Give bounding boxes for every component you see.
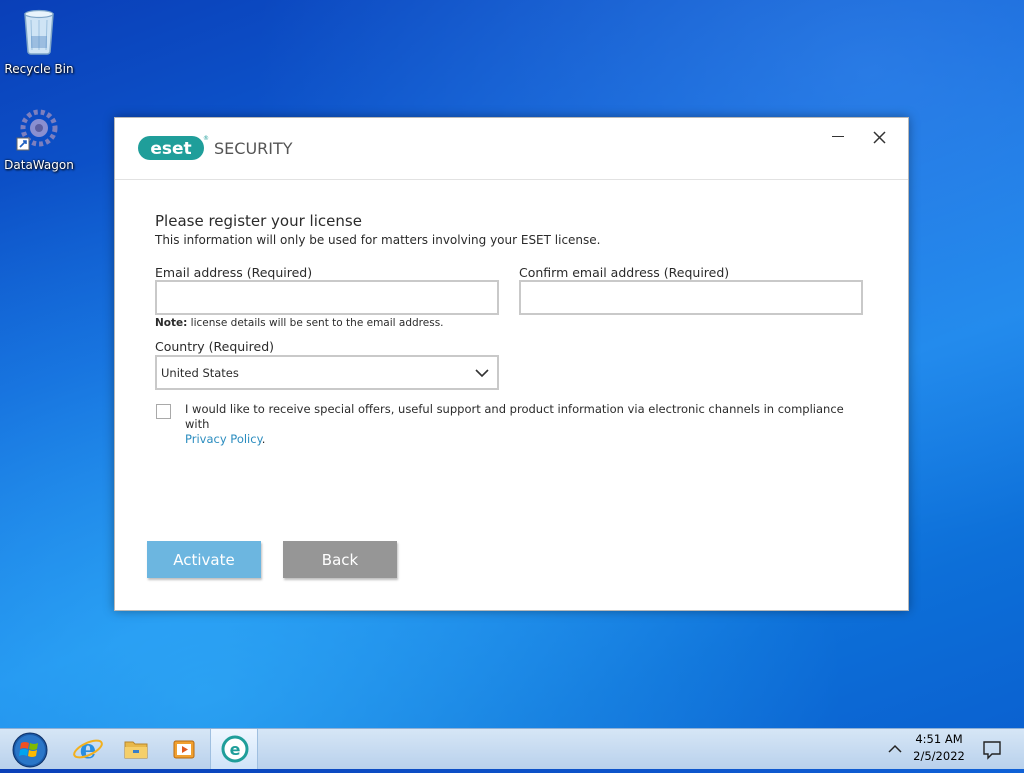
taskbar-media-player[interactable]: [164, 729, 204, 769]
internet-explorer-icon: e: [73, 735, 103, 765]
consent-text: I would like to receive special offers, …: [185, 402, 844, 431]
country-label: Country (Required): [155, 339, 275, 354]
desktop-icon-label: Recycle Bin: [4, 62, 74, 76]
close-icon: [873, 131, 886, 144]
note-bold: Note:: [155, 317, 188, 329]
taskbar-file-explorer[interactable]: [116, 729, 156, 769]
file-explorer-icon: [124, 741, 148, 759]
consent-suffix: .: [261, 432, 266, 446]
action-center-button[interactable]: [978, 729, 1006, 769]
desktop-icon-label: DataWagon: [4, 158, 74, 172]
start-button[interactable]: [8, 729, 52, 769]
chevron-down-icon: [475, 369, 489, 378]
marketing-consent-checkbox[interactable]: [156, 404, 171, 419]
eset-taskbar-icon: e: [221, 735, 249, 763]
svg-text:®: ®: [203, 135, 209, 142]
svg-text:e: e: [230, 740, 241, 759]
privacy-policy-link[interactable]: Privacy Policy: [185, 432, 262, 446]
chevron-up-icon: [888, 744, 902, 753]
clock-time: 4:51 AM: [915, 732, 963, 746]
start-orb-icon: [12, 732, 48, 768]
taskbar: e e 4:51 AM 2/5/2022: [0, 728, 1024, 769]
recycle-bin-icon: [24, 9, 54, 55]
notification-icon: [983, 741, 1001, 760]
confirm-email-label: Confirm email address (Required): [519, 265, 730, 280]
email-field[interactable]: [155, 280, 499, 315]
activate-button[interactable]: Activate: [147, 541, 261, 578]
svg-text:e: e: [80, 735, 97, 765]
note-text: license details will be sent to the emai…: [187, 317, 444, 329]
country-selected-value: United States: [161, 366, 239, 380]
country-select[interactable]: United States: [155, 355, 499, 390]
show-hidden-icons-button[interactable]: [884, 729, 906, 769]
clock-date: 2/5/2022: [913, 749, 965, 763]
desktop-icon-recycle-bin[interactable]: Recycle Bin: [2, 6, 76, 76]
close-button[interactable]: [868, 126, 892, 150]
page-subtitle: This information will only be used for m…: [155, 233, 601, 247]
minimize-button[interactable]: [827, 126, 849, 148]
email-note: Note: license details will be sent to th…: [155, 317, 444, 329]
eset-registration-dialog: eset ® SECURITY Please register your lic…: [114, 117, 909, 611]
media-player-icon: [173, 740, 195, 759]
taskbar-internet-explorer[interactable]: e: [68, 729, 108, 769]
taskbar-eset[interactable]: e: [210, 729, 258, 769]
datawagon-shortcut-icon: [16, 109, 58, 151]
system-clock[interactable]: 4:51 AM 2/5/2022: [910, 731, 968, 765]
back-button[interactable]: Back: [283, 541, 397, 578]
dialog-titlebar: eset ® SECURITY: [115, 118, 908, 180]
eset-security-logo: eset ® SECURITY: [138, 134, 298, 168]
marketing-consent-text: I would like to receive special offers, …: [185, 402, 865, 447]
page-title: Please register your license: [155, 212, 362, 230]
product-name: SECURITY: [214, 139, 293, 158]
confirm-email-field[interactable]: [519, 280, 863, 315]
desktop-icon-datawagon[interactable]: DataWagon: [2, 104, 76, 172]
eset-logo-text: eset: [150, 139, 191, 159]
email-label: Email address (Required): [155, 265, 313, 280]
